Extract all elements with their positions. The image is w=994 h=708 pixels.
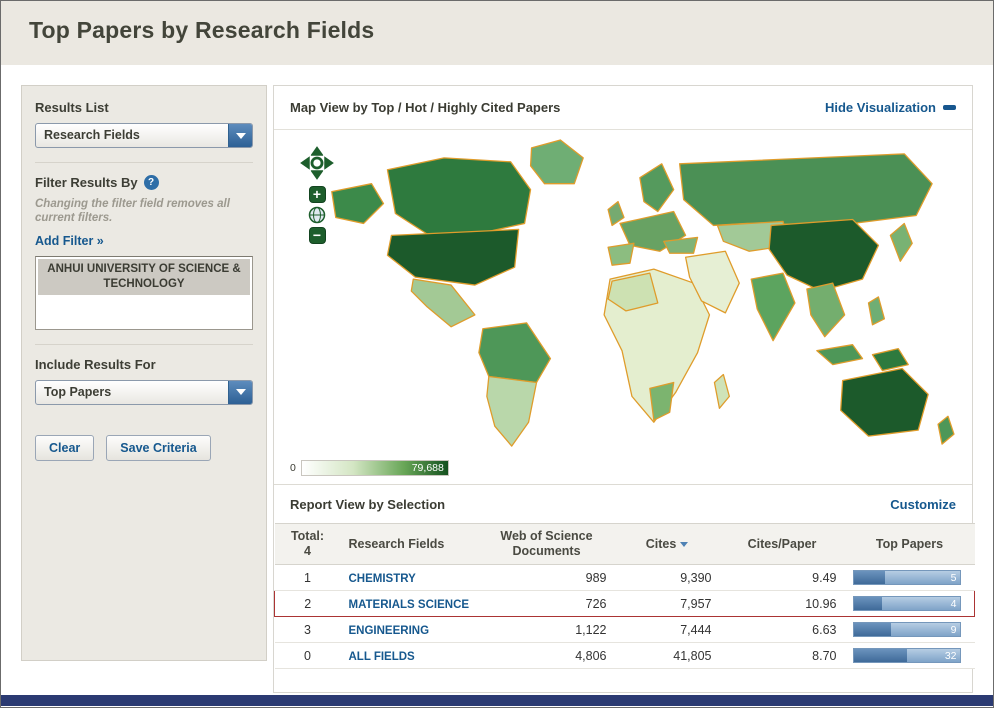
report-view-title: Report View by Selection [290, 496, 446, 512]
hide-visualization-link[interactable]: Hide Visualization [825, 100, 956, 115]
row-field-cell: ALL FIELDS [340, 642, 479, 669]
row-top-papers-cell: 32 [844, 642, 975, 669]
cites-per-paper-header: Cites/Paper [719, 523, 845, 565]
filter-by-label: Filter Results By [35, 175, 138, 190]
row-rank: 2 [274, 590, 341, 617]
row-rank: 1 [274, 564, 341, 591]
row-cites-per-paper: 6.63 [719, 616, 845, 643]
top-papers-bar: 9 [852, 622, 961, 637]
include-results-value: Top Papers [44, 384, 112, 399]
hide-visualization-label: Hide Visualization [824, 100, 936, 115]
world-map[interactable] [280, 132, 966, 458]
top-papers-bar: 32 [852, 648, 961, 663]
save-criteria-button[interactable]: Save Criteria [106, 434, 211, 461]
esi-page: Top Papers by Research Fields Results Li… [0, 0, 994, 708]
map-view-title: Map View by Top / Hot / Highly Cited Pap… [290, 100, 561, 115]
top-papers-bar: 4 [852, 596, 961, 611]
cites-header-label: Cites [645, 536, 677, 551]
row-rank: 3 [274, 616, 341, 643]
page-title: Top Papers by Research Fields [29, 17, 375, 43]
row-cites: 7,444 [614, 616, 720, 643]
main-panel: Map View by Top / Hot / Highly Cited Pap… [273, 85, 975, 693]
sidebar: Results List Research Fields Filter Resu… [21, 85, 267, 661]
map-container: + − [274, 130, 972, 460]
row-docs: 1,122 [478, 616, 615, 643]
wos-documents-header: Web of Science Documents [478, 523, 615, 565]
footer-bar [1, 695, 993, 706]
chevron-down-icon[interactable] [228, 124, 252, 147]
map-regions[interactable] [331, 139, 955, 447]
row-field-cell: MATERIALS SCIENCE [340, 590, 479, 617]
minus-icon [943, 105, 956, 110]
top-papers-bar-fill [853, 623, 891, 636]
add-filter-link[interactable]: Add Filter » [35, 234, 104, 248]
row-field-cell: ENGINEERING [340, 616, 479, 643]
top-papers-bar-fill [853, 571, 886, 584]
research-field-link[interactable]: ALL FIELDS [349, 651, 415, 663]
customize-link[interactable]: Customize [890, 497, 956, 512]
include-results-dropdown[interactable]: Top Papers [35, 379, 253, 405]
legend-min-label: 0 [290, 462, 296, 474]
results-list-dropdown[interactable]: Research Fields [35, 123, 253, 148]
map-pan-control[interactable] [298, 144, 336, 182]
row-docs: 989 [478, 564, 615, 591]
research-field-link[interactable]: CHEMISTRY [349, 573, 416, 585]
include-results-label: Include Results For [35, 356, 156, 372]
row-docs: 4,806 [478, 642, 615, 669]
table-row: 3 ENGINEERING 1,122 7,444 6.63 9 [274, 616, 975, 643]
cites-sort-header[interactable]: Cites [614, 523, 720, 565]
sort-desc-icon [680, 541, 689, 547]
top-papers-bar-fill [853, 597, 883, 610]
row-cites-per-paper: 10.96 [719, 590, 845, 617]
top-papers-count: 5 [950, 572, 957, 584]
row-cites-per-paper: 8.70 [719, 642, 845, 669]
top-papers-bar-fill [853, 649, 907, 662]
row-cites-per-paper: 9.49 [719, 564, 845, 591]
top-papers-count: 4 [950, 598, 957, 610]
divider [35, 162, 253, 163]
row-cites: 9,390 [614, 564, 720, 591]
clear-button[interactable]: Clear [35, 434, 95, 461]
table-row: 0 ALL FIELDS 4,806 41,805 8.70 32 [274, 642, 975, 669]
top-papers-count: 9 [950, 624, 957, 636]
report-table: Total: 4 Research Fields Web of Science … [274, 523, 975, 669]
divider [35, 343, 253, 345]
page-header: Top Papers by Research Fields [1, 1, 993, 65]
filter-note: Changing the filter field removes all cu… [35, 198, 230, 225]
table-row: 1 CHEMISTRY 989 9,390 9.49 5 [274, 564, 975, 591]
row-rank: 0 [274, 642, 341, 669]
row-cites: 41,805 [614, 642, 720, 669]
research-field-link[interactable]: ENGINEERING [349, 625, 430, 637]
help-icon[interactable]: ? [143, 175, 159, 190]
results-list-label: Results List [35, 100, 109, 115]
legend-gradient-bar: 79,688 [300, 460, 449, 476]
total-header: Total: 4 [274, 523, 341, 565]
top-papers-header: Top Papers [844, 523, 975, 565]
row-top-papers-cell: 4 [844, 590, 975, 617]
chevron-down-icon[interactable] [228, 380, 252, 404]
report-table-body: 1 CHEMISTRY 989 9,390 9.49 5 2 MATERIALS… [274, 564, 975, 669]
research-field-link[interactable]: MATERIALS SCIENCE [349, 599, 470, 611]
zoom-out-button[interactable]: − [308, 227, 326, 244]
table-row: 2 MATERIALS SCIENCE 726 7,957 10.96 4 [274, 590, 975, 617]
globe-icon[interactable] [308, 206, 326, 224]
row-docs: 726 [478, 590, 615, 617]
row-top-papers-cell: 9 [844, 616, 975, 643]
filter-listbox[interactable]: ANHUI UNIVERSITY OF SCIENCE & TECHNOLOGY [35, 255, 253, 330]
row-cites: 7,957 [614, 590, 720, 617]
filter-list-item[interactable]: ANHUI UNIVERSITY OF SCIENCE & TECHNOLOGY [38, 258, 250, 295]
map-legend: 0 79,688 [274, 460, 972, 484]
top-papers-count: 32 [944, 650, 957, 662]
legend-max-label: 79,688 [411, 462, 444, 474]
row-field-cell: CHEMISTRY [340, 564, 479, 591]
research-fields-header: Research Fields [340, 523, 479, 565]
row-top-papers-cell: 5 [844, 564, 975, 591]
results-list-value: Research Fields [44, 128, 140, 142]
top-papers-bar: 5 [852, 570, 961, 585]
zoom-in-button[interactable]: + [308, 186, 326, 203]
table-header-row: Total: 4 Research Fields Web of Science … [274, 523, 975, 565]
